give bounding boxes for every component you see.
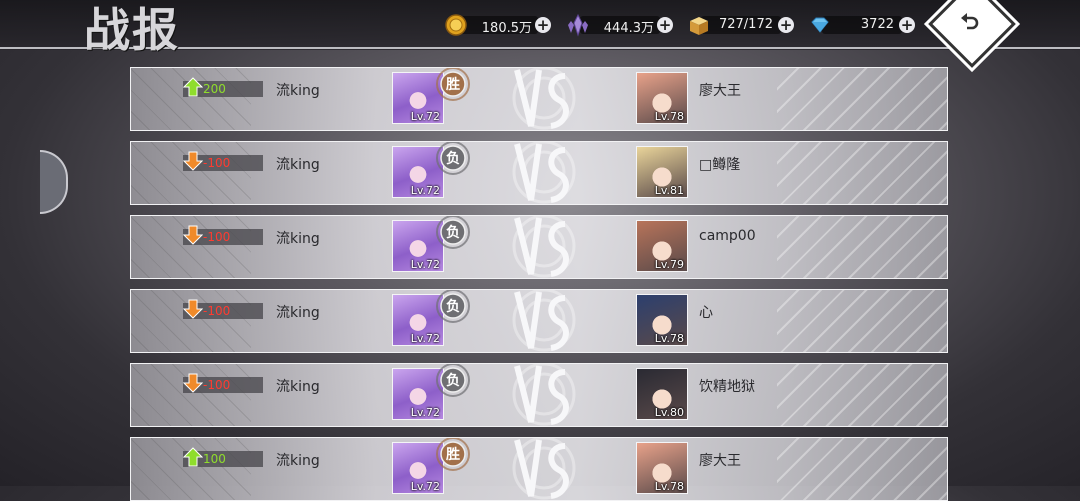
row-decoration [777, 438, 947, 500]
opponent-avatar[interactable]: Lv.78 [636, 442, 688, 494]
battle-record-row[interactable]: -100 流king Lv.72 负 Lv.80 饮精地狱 [130, 363, 948, 427]
result-badge: 负 [436, 290, 470, 323]
purple-crystal-icon [568, 13, 588, 37]
player-name: 流king [276, 231, 320, 247]
opponent-name: 饮精地狱 [699, 379, 755, 395]
versus-icon [512, 142, 576, 204]
score-change: -100 [203, 378, 231, 392]
score-change: -100 [203, 156, 231, 170]
row-decoration [777, 216, 947, 278]
result-badge: 负 [436, 216, 470, 249]
versus-icon [512, 290, 576, 352]
gold-value: 180.5万 [481, 21, 532, 36]
supply-value: 727/172 [718, 17, 773, 32]
diamond-value: 3722 [860, 17, 894, 32]
page-title: 战报 [84, 3, 180, 57]
result-text: 负 [446, 372, 460, 389]
battle-record-row[interactable]: 100 流king Lv.72 胜 Lv.78 廖大王 [130, 437, 948, 501]
player-name: 流king [276, 379, 320, 395]
result-badge: 负 [436, 364, 470, 397]
opponent-name: 心 [699, 305, 713, 321]
arrow-up-icon [183, 77, 203, 97]
side-drawer-tab[interactable] [40, 150, 68, 214]
player-level: Lv.72 [410, 480, 440, 493]
row-decoration [777, 364, 947, 426]
add-diamond-button[interactable]: + [899, 17, 915, 33]
row-decoration [777, 142, 947, 204]
player-level: Lv.72 [410, 258, 440, 271]
battle-record-row[interactable]: -100 流king Lv.72 负 Lv.78 心 [130, 289, 948, 353]
score-change: -100 [203, 230, 231, 244]
opponent-level: Lv.78 [654, 332, 684, 345]
result-text: 负 [446, 298, 460, 315]
resource-crystal: 444.3万 + [566, 13, 676, 37]
diamond-icon [811, 17, 829, 33]
opponent-level: Lv.79 [654, 258, 684, 271]
crystal-value: 444.3万 [603, 21, 654, 36]
supply-box-icon [690, 17, 708, 35]
opponent-name: 廖大王 [699, 453, 741, 469]
opponent-avatar[interactable]: Lv.81 [636, 146, 688, 198]
opponent-name: 廖大王 [699, 83, 741, 99]
versus-icon [512, 216, 576, 278]
score-change: 200 [203, 82, 226, 96]
gold-coin-icon [445, 14, 467, 36]
opponent-avatar[interactable]: Lv.80 [636, 368, 688, 420]
result-text: 胜 [446, 77, 460, 93]
result-badge: 胜 [436, 68, 470, 101]
versus-icon [512, 68, 576, 130]
result-text: 胜 [446, 447, 460, 463]
player-level: Lv.72 [410, 332, 440, 345]
arrow-up-icon [183, 447, 203, 467]
row-decoration [777, 290, 947, 352]
result-badge: 负 [436, 142, 470, 175]
player-name: 流king [276, 83, 320, 99]
add-supply-button[interactable]: + [778, 17, 794, 33]
score-change: -100 [203, 304, 231, 318]
player-level: Lv.72 [410, 110, 440, 123]
add-gold-button[interactable]: + [535, 17, 551, 33]
arrow-down-icon [183, 225, 203, 245]
resource-supply: 727/172 + [687, 13, 797, 37]
player-name: 流king [276, 305, 320, 321]
battle-record-row[interactable]: 200 流king Lv.72 胜 Lv.78 廖大王 [130, 67, 948, 131]
battle-record-row[interactable]: -100 流king Lv.72 负 Lv.81 □鳟隆 [130, 141, 948, 205]
opponent-level: Lv.78 [654, 480, 684, 493]
opponent-level: Lv.81 [654, 184, 684, 197]
add-crystal-button[interactable]: + [657, 17, 673, 33]
versus-icon [512, 438, 576, 500]
resource-gold: 180.5万 + [444, 13, 554, 37]
row-decoration [777, 68, 947, 130]
opponent-level: Lv.80 [654, 406, 684, 419]
versus-icon [512, 364, 576, 426]
player-name: 流king [276, 157, 320, 173]
score-change: 100 [203, 452, 226, 466]
player-level: Lv.72 [410, 406, 440, 419]
opponent-name: □鳟隆 [699, 157, 741, 173]
opponent-name: camp00 [699, 228, 756, 244]
result-text: 负 [446, 224, 460, 241]
return-arrow-icon[interactable] [957, 9, 983, 35]
opponent-level: Lv.78 [654, 110, 684, 123]
battle-record-row[interactable]: -100 流king Lv.72 负 Lv.79 camp00 [130, 215, 948, 279]
opponent-avatar[interactable]: Lv.78 [636, 294, 688, 346]
player-level: Lv.72 [410, 184, 440, 197]
opponent-avatar[interactable]: Lv.78 [636, 72, 688, 124]
arrow-down-icon [183, 373, 203, 393]
opponent-avatar[interactable]: Lv.79 [636, 220, 688, 272]
result-text: 负 [446, 150, 460, 167]
arrow-down-icon [183, 151, 203, 171]
resource-diamond: 3722 + [808, 13, 918, 37]
arrow-down-icon [183, 299, 203, 319]
player-name: 流king [276, 453, 320, 469]
result-badge: 胜 [436, 438, 470, 471]
